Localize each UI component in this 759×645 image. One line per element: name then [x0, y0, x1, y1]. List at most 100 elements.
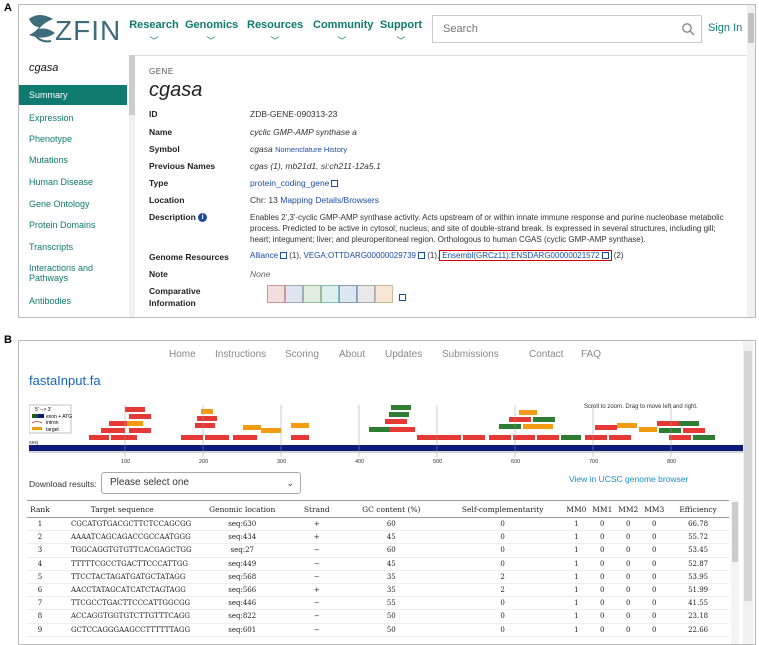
- nav-contact[interactable]: Contact: [529, 349, 563, 360]
- nav-support[interactable]: Support ﹀: [379, 19, 423, 47]
- fly-icon[interactable]: [303, 285, 321, 303]
- alliance-link[interactable]: Alliance: [250, 251, 278, 260]
- location-chr: Chr: 13: [250, 195, 278, 205]
- worm-icon[interactable]: [375, 285, 393, 303]
- nav-about[interactable]: About: [339, 349, 365, 360]
- zfin-logo[interactable]: ZFIN: [25, 11, 140, 51]
- col-target-sequence[interactable]: Target sequence: [52, 500, 192, 518]
- table-row[interactable]: 1 CGCATGTGACGCTTCTCCAGCGG seq:630 +60 0 1 0 0 0 6…: [27, 517, 729, 532]
- ensembl-link[interactable]: Ensembl(GRCz11):ENSDARG00000021572: [442, 251, 599, 260]
- table-cell: +: [292, 530, 341, 545]
- mouse-icon[interactable]: [285, 285, 303, 303]
- col-self-complementarity[interactable]: Self-complementarity: [441, 500, 564, 518]
- nav-submissions[interactable]: Submissions: [442, 349, 499, 360]
- nav-instructions[interactable]: Instructions: [215, 349, 266, 360]
- sidebar-item-antibodies[interactable]: Antibodies: [19, 296, 127, 306]
- table-cell: 66.78: [667, 517, 729, 532]
- table-cell: 45: [340, 530, 442, 545]
- sidebar-item-expression[interactable]: Expression: [19, 113, 127, 123]
- table-cell: TTCGCCTGACTTCCCATTGGCGG: [52, 596, 192, 611]
- table-row[interactable]: 3 TGGCAGGTGTGTTCACGAGCTGG seq:27−60 0 1 0 0 0 53…: [27, 543, 729, 558]
- fish-icon[interactable]: [339, 285, 357, 303]
- target-markers[interactable]: [89, 405, 715, 440]
- table-cell: 0: [641, 543, 668, 558]
- zebrafish-icon[interactable]: [321, 285, 339, 303]
- table-cell: 0: [589, 517, 616, 532]
- sidebar-scrollbar[interactable]: [129, 55, 135, 317]
- table-cell: +: [292, 517, 341, 532]
- axis-label-300: 300: [277, 459, 286, 465]
- external-link-icon[interactable]: [399, 294, 406, 302]
- location-row: Chr: 13 Mapping Details/Browsers: [250, 195, 379, 205]
- page-scrollbar[interactable]: [747, 5, 755, 317]
- col-genomic-location[interactable]: Genomic location: [191, 500, 293, 518]
- table-row[interactable]: 9 GCTCCAGGGAAGCCTTTTTTAGG seq:601−50 0 1 0 0 0 2…: [27, 623, 729, 637]
- table-row[interactable]: 8 ACCAGGTGGTGTCTTGTTTCAGG seq:822−50 0 1 0 0 0 2…: [27, 609, 729, 624]
- table-row[interactable]: 2 AAAATCAGCAGACCGCCAATGGG seq:434 +45 0 1 0 0 0 5…: [27, 530, 729, 545]
- chevron-down-icon: ﹀: [149, 36, 159, 46]
- col-mm3[interactable]: MM3: [641, 500, 668, 518]
- nomenclature-history-link[interactable]: Nomenclature History: [275, 145, 347, 154]
- type-link[interactable]: protein_coding_gene: [250, 178, 329, 188]
- table-row[interactable]: 6 AACCTATAGCATCATCTAGTAGG seq:566 +35 2 1 0 0 0 5…: [27, 583, 729, 598]
- table-row[interactable]: 4 TTTTTCGCCTGACTTCCCATTGG seq:449−45 0 1 0 0 0 5…: [27, 557, 729, 571]
- table-cell: −: [292, 557, 341, 571]
- table-cell: 0: [641, 623, 668, 637]
- col-gc-content[interactable]: GC content (%): [340, 500, 442, 518]
- nav-home[interactable]: Home: [169, 349, 196, 360]
- table-cell: 0: [441, 557, 564, 571]
- table-cell: 3: [27, 543, 53, 558]
- sidebar-item-human-disease[interactable]: Human Disease: [19, 177, 127, 187]
- nav-updates[interactable]: Updates: [385, 349, 422, 360]
- nav-scoring[interactable]: Scoring: [285, 349, 319, 360]
- frog-icon[interactable]: [357, 285, 375, 303]
- table-cell: 0: [615, 530, 642, 545]
- table-cell: 0: [615, 570, 642, 584]
- search-icon[interactable]: [681, 22, 695, 36]
- gene-sidebar: cgasa Summary Expression Phenotype Mutat…: [19, 55, 130, 317]
- col-mm2[interactable]: MM2: [615, 500, 642, 518]
- logo-text: ZFIN: [55, 15, 122, 46]
- sidebar-item-gene-ontology[interactable]: Gene Ontology: [19, 199, 127, 209]
- type-row: protein_coding_gene: [250, 178, 339, 188]
- ucsc-browser-link[interactable]: View in UCSC genome browser: [569, 474, 688, 484]
- col-mm1[interactable]: MM1: [589, 500, 616, 518]
- search-field[interactable]: [432, 15, 702, 43]
- col-rank[interactable]: Rank: [27, 500, 53, 518]
- table-row[interactable]: 5 TTCCTACTAGATGATGCTATAGG seq:568−35 2 1 0 0 0 5…: [27, 570, 729, 584]
- nav-resources[interactable]: Resources ﹀: [247, 19, 303, 47]
- sidebar-item-mutations[interactable]: Mutations: [19, 155, 127, 165]
- table-cell: seq:27: [191, 543, 293, 558]
- sidebar-item-interactions[interactable]: Interactions and Pathways: [19, 263, 119, 283]
- page-scrollbar[interactable]: [743, 341, 753, 644]
- nav-community[interactable]: Community ﹀: [313, 19, 374, 47]
- table-cell: 0: [641, 557, 668, 571]
- table-cell: 0: [441, 623, 564, 637]
- nav-faq[interactable]: FAQ: [581, 349, 601, 360]
- search-input[interactable]: [441, 16, 675, 42]
- col-strand[interactable]: Strand: [292, 500, 341, 518]
- table-cell: −: [292, 543, 341, 558]
- col-efficiency[interactable]: Efficiency: [667, 500, 729, 518]
- download-select[interactable]: Please select one ⌄: [101, 472, 301, 494]
- results-body: 1 CGCATGTGACGCTTCTCCAGCGG seq:630 +60 0 1 0 0 0 6…: [27, 517, 729, 637]
- external-link-icon: [331, 180, 339, 188]
- table-cell: 2: [27, 530, 53, 545]
- sidebar-item-summary[interactable]: Summary: [19, 85, 127, 105]
- info-icon[interactable]: i: [198, 213, 208, 223]
- sidebar-item-phenotype[interactable]: Phenotype: [19, 134, 127, 144]
- human-icon[interactable]: [267, 285, 285, 303]
- mapping-details-link[interactable]: Mapping Details/Browsers: [280, 195, 379, 205]
- table-scrollbar[interactable]: [731, 500, 739, 644]
- nav-genomics[interactable]: Genomics ﹀: [185, 19, 238, 47]
- vega-link[interactable]: VEGA:OTTDARG00000029739: [303, 251, 416, 260]
- sidebar-item-protein-domains[interactable]: Protein Domains: [19, 220, 127, 230]
- id-value: ZDB-GENE-090313-23: [250, 109, 338, 119]
- table-cell: 5: [27, 570, 53, 584]
- table-row[interactable]: 7 TTCGCCTGACTTCCCATTGGCGG seq:446−55 0 1 0 0 0 4…: [27, 596, 729, 611]
- sign-in-link[interactable]: Sign In: [708, 22, 742, 34]
- table-cell: seq:568: [191, 570, 293, 584]
- sidebar-item-transcripts[interactable]: Transcripts: [19, 242, 127, 252]
- nav-research[interactable]: Research ﹀: [129, 19, 179, 47]
- col-mm0[interactable]: MM0: [563, 500, 590, 518]
